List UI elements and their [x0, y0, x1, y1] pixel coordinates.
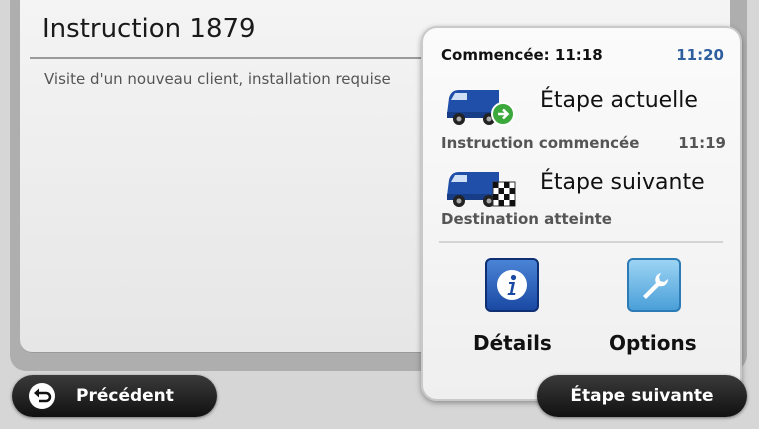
options-button[interactable]: [627, 258, 681, 312]
info-icon: [497, 270, 527, 300]
back-button[interactable]: Précédent: [12, 375, 217, 417]
current-step-title: Étape actuelle: [540, 88, 698, 113]
details-button[interactable]: [485, 258, 539, 312]
current-clock: 11:20: [676, 46, 724, 64]
details-label: Détails: [473, 331, 552, 355]
van-start-icon: [447, 90, 515, 126]
back-arrow-icon: [29, 383, 55, 409]
started-time: Commencée: 11:18: [441, 46, 603, 64]
next-step-label: Étape suivante: [570, 386, 714, 406]
panel-divider: [439, 241, 723, 243]
instruction-description: Visite d'un nouveau client, installation…: [44, 70, 391, 88]
instruction-title: Instruction 1879: [42, 14, 256, 44]
options-label: Options: [609, 331, 697, 355]
current-step-status: Instruction commencée: [441, 134, 640, 152]
next-step-status: Destination atteinte: [441, 210, 612, 228]
next-step-title: Étape suivante: [540, 170, 705, 195]
wrench-icon: [643, 273, 669, 299]
van-finish-icon: [447, 172, 516, 207]
back-label: Précédent: [76, 386, 174, 406]
step-panel: Commencée: 11:18 11:20 Étape actuelle In…: [421, 26, 742, 401]
next-step-button[interactable]: Étape suivante: [537, 375, 747, 417]
current-step-time: 11:19: [678, 134, 726, 152]
